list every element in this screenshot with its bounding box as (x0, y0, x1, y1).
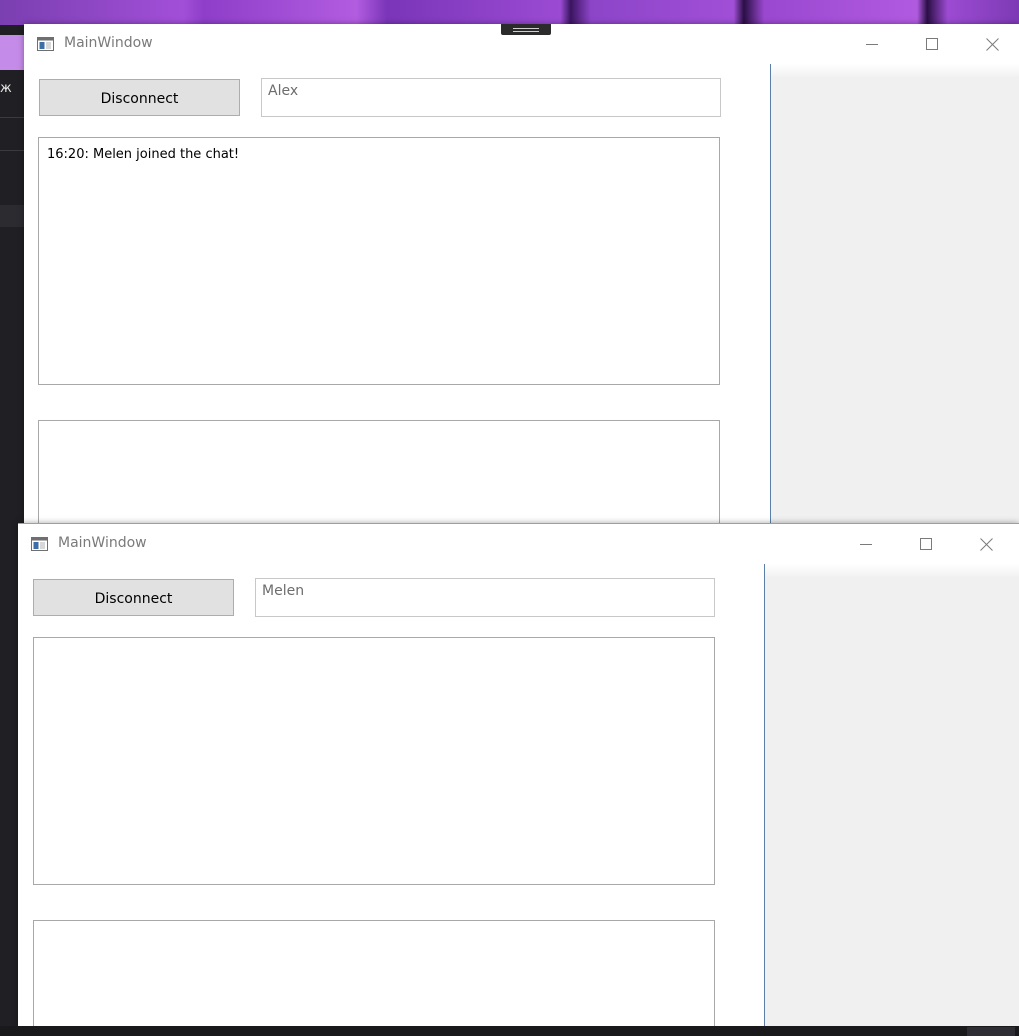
main-window-alex: MainWindow Disconnect Alex 16:20: Melen … (24, 24, 1019, 524)
app-window-icon (31, 537, 48, 551)
window-title: MainWindow (64, 35, 153, 51)
chat-log[interactable] (33, 637, 715, 885)
background-app-text: ж (0, 81, 12, 96)
close-icon (985, 37, 999, 51)
message-input[interactable] (38, 420, 720, 524)
close-button[interactable] (963, 524, 1009, 564)
minimize-button[interactable] (849, 24, 895, 64)
maximize-icon (920, 538, 932, 550)
maximize-button[interactable] (903, 524, 949, 564)
minimize-icon (860, 544, 872, 545)
window-title: MainWindow (58, 535, 147, 551)
close-icon (979, 537, 993, 551)
chat-log[interactable]: 16:20: Melen joined the chat! (38, 137, 720, 385)
minimize-button[interactable] (843, 524, 889, 564)
close-button[interactable] (969, 24, 1015, 64)
desktop-wallpaper (0, 0, 1019, 25)
taskbar (0, 1026, 1019, 1036)
maximize-icon (926, 38, 938, 50)
disconnect-button[interactable]: Disconnect (39, 79, 240, 116)
disconnect-button[interactable]: Disconnect (33, 579, 234, 616)
maximize-button[interactable] (909, 24, 955, 64)
title-bar[interactable]: MainWindow (24, 24, 1019, 64)
message-input[interactable] (33, 920, 715, 1027)
main-window-melen: MainWindow Disconnect Melen (18, 523, 1019, 1027)
chat-message: 16:20: Melen joined the chat! (47, 147, 240, 162)
side-panel (764, 564, 1019, 1027)
side-panel (770, 64, 1019, 524)
app-window-icon (37, 37, 54, 51)
drag-handle[interactable] (501, 24, 551, 35)
username-field[interactable]: Alex (261, 78, 721, 117)
minimize-icon (866, 44, 878, 45)
system-tray[interactable] (967, 1027, 1015, 1036)
title-bar[interactable]: MainWindow (18, 524, 1019, 564)
username-field[interactable]: Melen (255, 578, 715, 617)
